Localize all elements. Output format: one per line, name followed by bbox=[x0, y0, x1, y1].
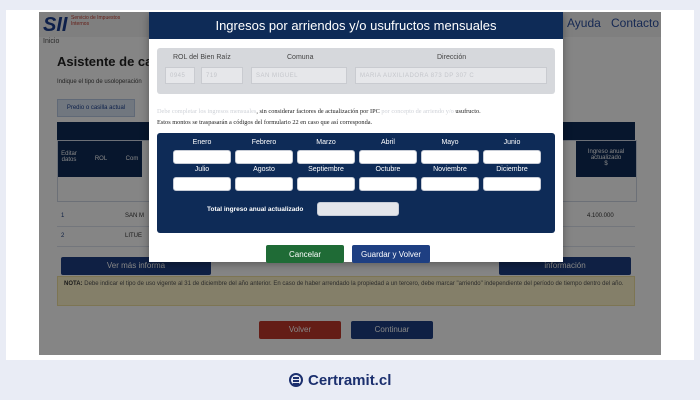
monthly-income-panel: Enero Febrero Marzo Abril Mayo Junio Jul… bbox=[157, 133, 555, 233]
guardar-volver-button[interactable]: Guardar y Volver bbox=[352, 245, 430, 263]
input-mayo[interactable] bbox=[421, 150, 479, 164]
total-label: Total ingreso anual actualizado bbox=[207, 206, 304, 213]
instructions-part-1: , sin considerar factores de actualizaci… bbox=[256, 108, 380, 115]
input-abril[interactable] bbox=[359, 150, 417, 164]
label-comuna: Comuna bbox=[287, 54, 314, 61]
property-info-box: ROL del Bien Raíz Comuna Dirección 0945 … bbox=[157, 48, 555, 94]
label-diciembre: Diciembre bbox=[496, 166, 528, 173]
direccion-field: MARIA AUXILIADORA 873 DP 307 C bbox=[355, 67, 547, 84]
instructions-text: Debe completar los ingresos mensuales, s… bbox=[157, 106, 557, 128]
certramit-brand: Certramit.cl bbox=[289, 371, 392, 389]
input-junio[interactable] bbox=[483, 150, 541, 164]
total-field bbox=[317, 202, 399, 216]
label-abril: Abril bbox=[380, 139, 395, 146]
cancelar-button[interactable]: Cancelar bbox=[266, 245, 344, 263]
brand-name: Certramit.cl bbox=[308, 371, 392, 389]
label-mayo: Mayo bbox=[441, 139, 459, 146]
label-febrero: Febrero bbox=[251, 139, 277, 146]
input-septiembre[interactable] bbox=[297, 177, 355, 191]
label-enero: Enero bbox=[192, 139, 212, 146]
modal-title: Ingresos por arriendos y/o usufructos me… bbox=[149, 12, 563, 39]
label-rol: ROL del Bien Raíz bbox=[173, 54, 231, 61]
input-octubre[interactable] bbox=[359, 177, 417, 191]
label-septiembre: Septiembre bbox=[308, 166, 344, 173]
instructions-blurred-2: por concepto de arriendo y/o bbox=[379, 108, 454, 115]
input-diciembre[interactable] bbox=[483, 177, 541, 191]
label-direccion: Dirección bbox=[437, 54, 467, 61]
instructions-part-2: usufructo. bbox=[453, 108, 481, 115]
comuna-field: SAN MIGUEL bbox=[251, 67, 347, 84]
instructions-line-2: Estos montos se traspasarán a códigos de… bbox=[157, 119, 373, 126]
label-noviembre: Noviembre bbox=[433, 166, 467, 173]
input-febrero[interactable] bbox=[235, 150, 293, 164]
label-octubre: Octubre bbox=[375, 166, 401, 173]
input-noviembre[interactable] bbox=[421, 177, 479, 191]
browser-frame: SII Servicio de Impuestos Internos Ayuda… bbox=[39, 12, 661, 355]
rol-field-a: 0945 bbox=[165, 67, 195, 84]
label-marzo: Marzo bbox=[316, 139, 336, 146]
screenshot-area: SII Servicio de Impuestos Internos Ayuda… bbox=[6, 10, 694, 360]
input-enero[interactable] bbox=[173, 150, 231, 164]
rol-field-b: 719 bbox=[201, 67, 243, 84]
certramit-logo-icon bbox=[289, 373, 303, 387]
label-agosto: Agosto bbox=[253, 166, 275, 173]
label-junio: Junio bbox=[503, 139, 521, 146]
instructions-blurred-1: Debe completar los ingresos mensuales bbox=[157, 108, 257, 115]
ingresos-modal: Ingresos por arriendos y/o usufructos me… bbox=[149, 12, 563, 263]
input-agosto[interactable] bbox=[235, 177, 293, 191]
input-marzo[interactable] bbox=[297, 150, 355, 164]
input-julio[interactable] bbox=[173, 177, 231, 191]
label-julio: Julio bbox=[194, 166, 210, 173]
